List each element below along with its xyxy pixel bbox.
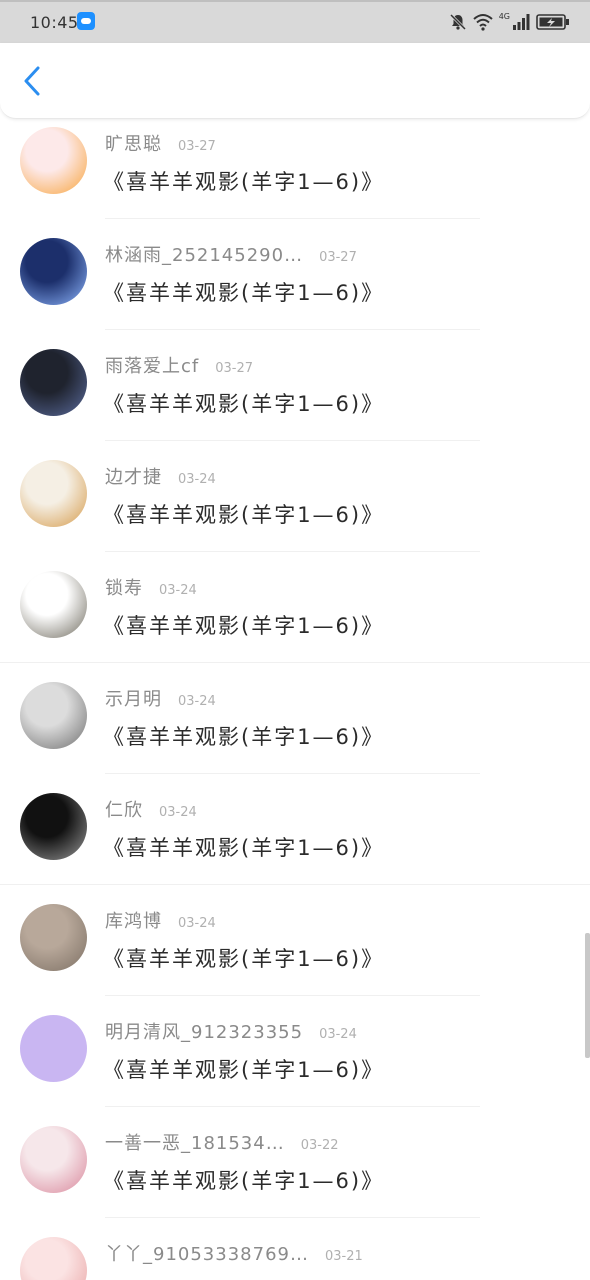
scrollbar[interactable] bbox=[585, 933, 590, 1058]
avatar[interactable] bbox=[20, 571, 87, 638]
username[interactable]: 雨落爱上cf bbox=[105, 352, 199, 378]
date: 03-27 bbox=[178, 139, 216, 154]
avatar[interactable] bbox=[20, 1015, 87, 1082]
status-time: 10:45 bbox=[30, 13, 79, 32]
message-text: 《喜羊羊观影(羊字1—6)》 bbox=[103, 392, 385, 416]
username[interactable]: 边才捷 bbox=[105, 463, 162, 489]
message-text: 《喜羊羊观影(羊字1—6)》 bbox=[103, 1058, 385, 1082]
username[interactable]: 丫丫_91053338769… bbox=[105, 1240, 309, 1266]
date: 03-24 bbox=[159, 583, 197, 598]
avatar[interactable] bbox=[20, 904, 87, 971]
status-icons: 4G bbox=[449, 11, 570, 33]
username[interactable]: 库鸿博 bbox=[105, 907, 162, 933]
network-type-label: 4G bbox=[498, 11, 510, 21]
date: 03-22 bbox=[300, 1138, 339, 1153]
message-text: 《喜羊羊观影(羊字1—6)》 bbox=[103, 1276, 384, 1280]
message-text: 《喜羊羊观影(羊字1—6)》 bbox=[103, 836, 385, 860]
date: 03-21 bbox=[324, 1249, 363, 1264]
list-item[interactable]: 旷思聪 03-27 《喜羊羊观影(羊字1—6)》 bbox=[0, 119, 590, 219]
message-text: 《喜羊羊观影(羊字1—6)》 bbox=[103, 1169, 385, 1193]
wifi-icon bbox=[473, 13, 493, 31]
message-text: 《喜羊羊观影(羊字1—6)》 bbox=[103, 281, 385, 305]
date: 03-24 bbox=[319, 1027, 357, 1042]
meta-row: 丫丫_91053338769… 03-21 bbox=[105, 1240, 363, 1266]
avatar[interactable] bbox=[20, 682, 87, 749]
meta-row: 雨落爱上cf 03-27 bbox=[105, 352, 253, 378]
meta-row: 林涵雨_252145290… 03-27 bbox=[105, 241, 357, 267]
meta-row: 明月清风_912323355 03-24 bbox=[105, 1018, 357, 1044]
username[interactable]: 示月明 bbox=[105, 685, 162, 711]
meta-row: 边才捷 03-24 bbox=[105, 463, 216, 489]
date: 03-24 bbox=[159, 805, 197, 820]
avatar[interactable] bbox=[20, 1126, 87, 1193]
username[interactable]: 一善一恶_181534… bbox=[105, 1129, 285, 1155]
username[interactable]: 锁寿 bbox=[105, 574, 143, 600]
list-item[interactable]: 明月清风_912323355 03-24 《喜羊羊观影(羊字1—6)》 bbox=[0, 996, 590, 1107]
avatar[interactable] bbox=[20, 349, 87, 416]
avatar[interactable] bbox=[20, 793, 87, 860]
username[interactable]: 明月清风_912323355 bbox=[105, 1018, 303, 1044]
status-bar: 10:45 4G bbox=[0, 0, 590, 43]
username[interactable]: 仁欣 bbox=[105, 796, 143, 822]
message-text: 《喜羊羊观影(羊字1—6)》 bbox=[103, 947, 385, 971]
battery-icon bbox=[536, 13, 570, 31]
meta-row: 示月明 03-24 bbox=[105, 685, 216, 711]
list-item[interactable]: 雨落爱上cf 03-27 《喜羊羊观影(羊字1—6)》 bbox=[0, 330, 590, 441]
message-text: 《喜羊羊观影(羊字1—6)》 bbox=[103, 614, 385, 638]
avatar[interactable] bbox=[20, 127, 87, 194]
list-item[interactable]: 示月明 03-24 《喜羊羊观影(羊字1—6)》 bbox=[0, 663, 590, 774]
list-item[interactable]: 仁欣 03-24 《喜羊羊观影(羊字1—6)》 bbox=[0, 774, 590, 885]
meta-row: 一善一恶_181534… 03-22 bbox=[105, 1129, 339, 1155]
list-item[interactable]: 边才捷 03-24 《喜羊羊观影(羊字1—6)》 bbox=[0, 441, 590, 552]
list-item[interactable]: 锁寿 03-24 《喜羊羊观影(羊字1—6)》 bbox=[0, 552, 590, 663]
chevron-left-icon bbox=[24, 66, 40, 96]
signal-icon bbox=[512, 13, 530, 31]
date: 03-24 bbox=[178, 694, 216, 709]
username[interactable]: 旷思聪 bbox=[105, 130, 162, 156]
meta-row: 锁寿 03-24 bbox=[105, 574, 197, 600]
comment-list-inner: 旷思聪 03-27 《喜羊羊观影(羊字1—6)》 林涵雨_252145290… … bbox=[0, 119, 590, 1280]
meta-row: 仁欣 03-24 bbox=[105, 796, 197, 822]
avatar[interactable] bbox=[20, 460, 87, 527]
date: 03-27 bbox=[215, 361, 254, 376]
avatar[interactable] bbox=[20, 238, 87, 305]
date: 03-24 bbox=[178, 472, 216, 487]
back-button[interactable] bbox=[14, 61, 50, 101]
mute-icon bbox=[449, 13, 467, 31]
list-item[interactable]: 一善一恶_181534… 03-22 《喜羊羊观影(羊字1—6)》 bbox=[0, 1107, 590, 1218]
message-text: 《喜羊羊观影(羊字1—6)》 bbox=[103, 503, 385, 527]
date: 03-24 bbox=[178, 916, 216, 931]
message-text: 《喜羊羊观影(羊字1—6)》 bbox=[103, 725, 385, 749]
list-item[interactable]: 库鸿博 03-24 《喜羊羊观影(羊字1—6)》 bbox=[0, 885, 590, 996]
header bbox=[0, 43, 590, 119]
meta-row: 旷思聪 03-27 bbox=[105, 130, 216, 156]
list-item[interactable]: 丫丫_91053338769… 03-21 《喜羊羊观影(羊字1—6)》 bbox=[0, 1218, 590, 1280]
app-notification-icon bbox=[77, 12, 95, 30]
message-text: 《喜羊羊观影(羊字1—6)》 bbox=[103, 170, 385, 194]
avatar[interactable] bbox=[20, 1237, 87, 1280]
username[interactable]: 林涵雨_252145290… bbox=[105, 241, 303, 267]
comment-list: 旷思聪 03-27 《喜羊羊观影(羊字1—6)》 林涵雨_252145290… … bbox=[0, 119, 590, 1280]
date: 03-27 bbox=[319, 250, 357, 265]
list-item[interactable]: 林涵雨_252145290… 03-27 《喜羊羊观影(羊字1—6)》 bbox=[0, 219, 590, 330]
meta-row: 库鸿博 03-24 bbox=[105, 907, 216, 933]
